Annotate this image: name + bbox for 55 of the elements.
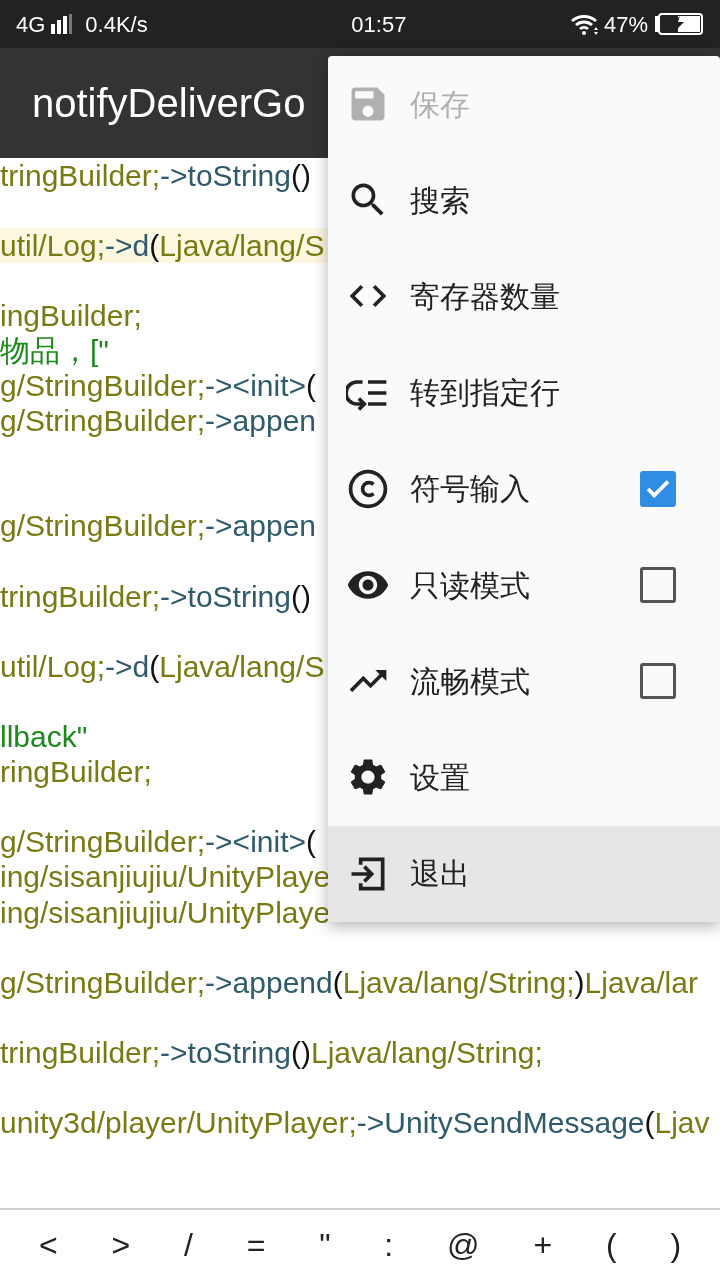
menu-label: 退出 xyxy=(410,856,471,893)
checkbox[interactable] xyxy=(640,663,676,700)
symbol-key[interactable]: : xyxy=(376,1221,402,1269)
menu-item[interactable]: 搜索 xyxy=(328,152,720,249)
battery-percent: 47% xyxy=(603,10,648,39)
menu-label: 保存 xyxy=(410,86,471,123)
code-line: tringBuilder;->toString()Ljava/lang/String; xyxy=(0,1037,543,1068)
code-line: g/StringBuilder;-><init>( xyxy=(0,827,316,858)
checkbox[interactable] xyxy=(640,470,676,507)
menu-label: 流畅模式 xyxy=(410,663,531,700)
menu-item[interactable]: 转到指定行 xyxy=(328,344,720,441)
code-line: ringBuilder; xyxy=(0,757,152,788)
symbol-key[interactable]: @ xyxy=(439,1221,488,1269)
symbol-key[interactable]: / xyxy=(175,1221,201,1269)
code-line: 物品，[" xyxy=(0,336,109,366)
code-line: ingBuilder; xyxy=(0,300,142,331)
network-type: 4G xyxy=(16,10,46,39)
battery-icon xyxy=(654,13,704,35)
network-speed: 0.4K/s xyxy=(85,10,148,39)
code-line: g/StringBuilder;->appen xyxy=(0,511,317,542)
menu-item[interactable]: 设置 xyxy=(328,729,720,826)
menu-label: 搜索 xyxy=(410,182,471,219)
menu-label: 寄存器数量 xyxy=(410,278,561,315)
menu-item[interactable]: 只读模式 xyxy=(328,536,720,634)
symbol-key[interactable]: + xyxy=(525,1221,561,1269)
menu-item[interactable]: 退出 xyxy=(328,825,720,922)
checkbox[interactable] xyxy=(640,567,676,604)
menu-item[interactable]: 寄存器数量 xyxy=(328,248,720,345)
menu-item[interactable]: 符号输入 xyxy=(328,440,720,537)
code-line: llback" xyxy=(0,722,88,753)
code-line: g/StringBuilder;-><init>( xyxy=(0,371,316,402)
symbol-key[interactable]: ) xyxy=(662,1221,690,1269)
menu-item[interactable]: 流畅模式 xyxy=(328,633,720,730)
symbol-key[interactable]: < xyxy=(30,1221,66,1269)
code-line: unity3d/player/UnityPlayer;->UnitySendMessage(Ljav xyxy=(0,1108,710,1139)
code-line: g/StringBuilder;->appen xyxy=(0,406,317,437)
code-line: util/Log;->d(Ljava/lang/S xyxy=(0,230,325,261)
code-line: tringBuilder;->toString() xyxy=(0,160,311,191)
wifi-icon xyxy=(569,13,600,35)
menu-label: 转到指定行 xyxy=(410,375,561,412)
symbol-key[interactable]: ( xyxy=(597,1221,625,1269)
code-line: util/Log;->d(Ljava/lang/S xyxy=(0,651,325,682)
symbol-key[interactable]: > xyxy=(103,1221,139,1269)
code-line: ing/sisanjiujiu/UnityPlaye xyxy=(0,897,331,928)
menu-label: 设置 xyxy=(410,759,471,796)
signal-icon xyxy=(51,14,74,34)
clock: 01:57 xyxy=(351,10,407,39)
symbol-key[interactable]: = xyxy=(238,1221,274,1269)
code-line: g/StringBuilder;->append(Ljava/lang/String;)Ljava/lar xyxy=(0,967,698,998)
symbol-key[interactable]: " xyxy=(311,1221,339,1269)
file-title: notifyDeliverGo xyxy=(32,80,306,127)
menu-label: 只读模式 xyxy=(410,567,531,604)
menu-label: 符号输入 xyxy=(410,471,531,508)
code-line: tringBuilder;->toString() xyxy=(0,581,311,612)
code-line: ing/sisanjiujiu/UnityPlaye xyxy=(0,862,331,893)
